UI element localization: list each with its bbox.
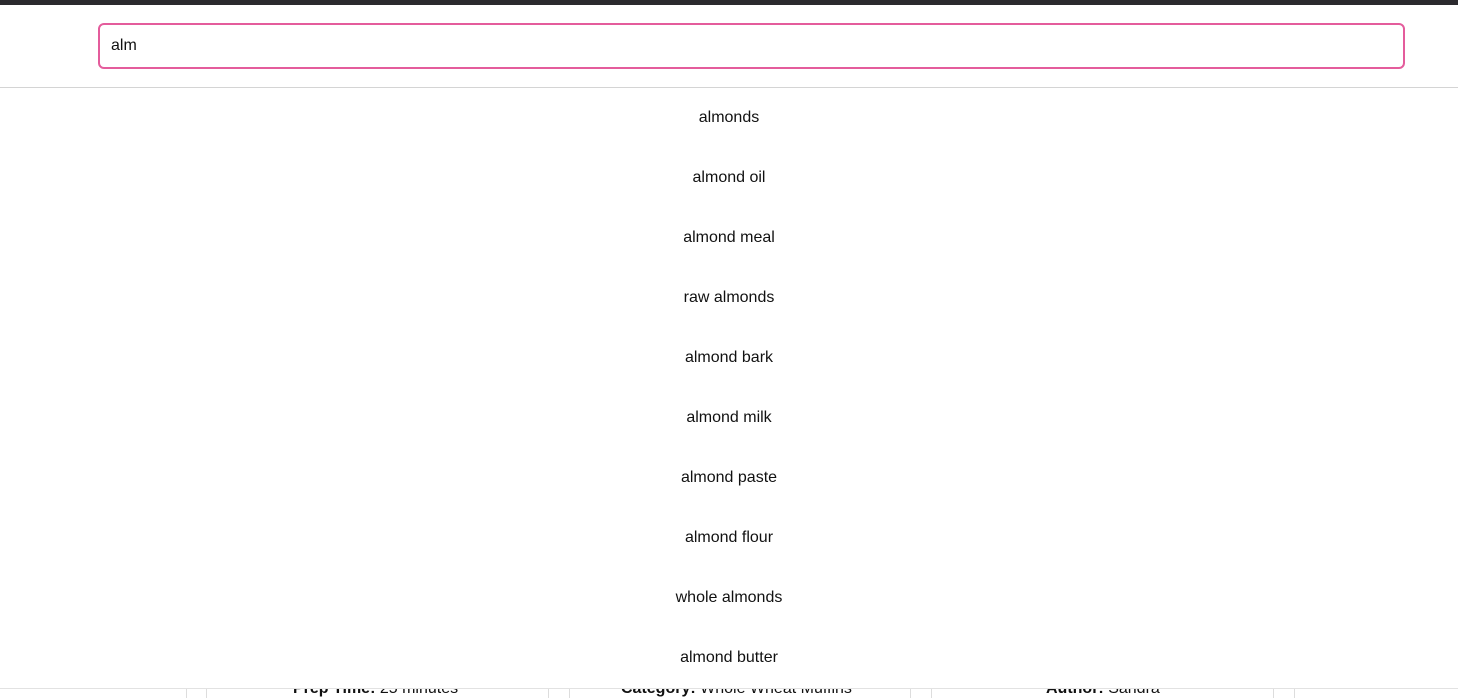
card-divider xyxy=(569,689,570,698)
suggestion-item[interactable]: almond butter xyxy=(0,628,1458,688)
author-value: Sandra xyxy=(1103,688,1160,697)
suggestion-item[interactable]: almond oil xyxy=(0,148,1458,208)
suggestion-item[interactable]: almonds xyxy=(0,88,1458,148)
card-divider xyxy=(910,689,911,698)
suggestion-item[interactable]: almond paste xyxy=(0,448,1458,508)
suggestion-item[interactable]: raw almonds xyxy=(0,268,1458,328)
recipe-card-meta: Category: Whole Wheat Muffins xyxy=(621,688,852,698)
card-divider xyxy=(186,689,187,698)
suggestion-item[interactable]: almond milk xyxy=(0,388,1458,448)
card-divider xyxy=(1273,689,1274,698)
suggestion-item[interactable]: whole almonds xyxy=(0,568,1458,628)
prep-time-label: Prep Time: xyxy=(293,688,376,697)
recipe-card-meta: Author: Sandra xyxy=(1046,688,1160,698)
recipe-cards-strip: Prep Time: 25 minutes Category: Whole Wh… xyxy=(0,688,1458,698)
card-divider xyxy=(206,689,207,698)
autocomplete-suggestions: almonds almond oil almond meal raw almon… xyxy=(0,88,1458,688)
suggestion-item[interactable]: almond meal xyxy=(0,208,1458,268)
card-divider xyxy=(931,689,932,698)
search-header xyxy=(0,5,1458,88)
author-label: Author: xyxy=(1046,688,1104,697)
suggestion-item[interactable]: almond flour xyxy=(0,508,1458,568)
ingredient-search-input[interactable] xyxy=(98,23,1405,69)
recipe-card-meta: Prep Time: 25 minutes xyxy=(293,688,459,698)
suggestion-item[interactable]: almond bark xyxy=(0,328,1458,388)
card-divider xyxy=(1294,689,1295,698)
prep-time-value: 25 minutes xyxy=(375,688,459,697)
card-divider xyxy=(548,689,549,698)
category-value: Whole Wheat Muffins xyxy=(695,688,852,697)
category-label: Category: xyxy=(621,688,696,697)
